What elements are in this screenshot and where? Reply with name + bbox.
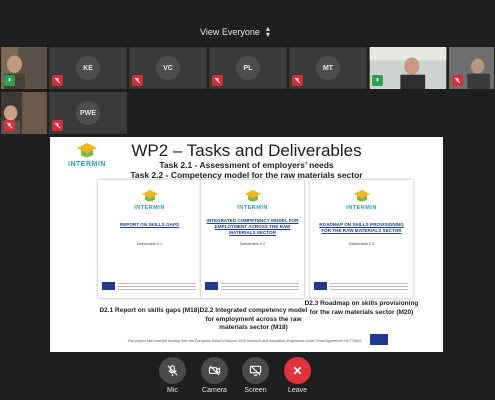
doc-deliverable: Deliverable 2.2 [239, 242, 266, 246]
deliverable-cover-1: INTERMIN REPORT ON SKILLS GAPS Deliverab… [98, 180, 201, 298]
doc-title: REPORT ON SKILLS GAPS [119, 222, 180, 227]
mic-muted-icon [132, 75, 143, 86]
mic-muted-icon [452, 75, 463, 86]
mic-on-icon [4, 75, 15, 86]
graduation-cap-icon [353, 189, 370, 202]
doc-deliverable: Deliverable 2.1 [136, 242, 163, 246]
participant-tile-vc[interactable]: VC [128, 46, 208, 90]
avatar: KE [76, 56, 100, 80]
participant-tile-video-1[interactable] [0, 46, 48, 90]
deliverable-caption-1: D2.1 Report on skills gaps (M18) [99, 307, 200, 314]
graduation-cap-icon [141, 189, 158, 202]
leave-label: Leave [287, 387, 308, 394]
mic-muted-icon [52, 120, 63, 131]
top-bar: View Everyone ▴ ▾ [0, 0, 495, 44]
slide-title: WP2 – Tasks and Deliverables [131, 141, 362, 160]
shared-screen-slide: INTERMIN WP2 – Tasks and Deliverables Ta… [50, 137, 443, 352]
intermin-brand: INTERMIN [346, 205, 377, 211]
mic-muted-icon [292, 75, 303, 86]
eu-flag-icon [370, 334, 388, 345]
chevron-up-down-icon: ▴ ▾ [265, 24, 270, 39]
deliverable-cover-2: INTERMIN INTEGRATED COMPETENCY MODEL FOR… [201, 180, 304, 298]
view-selector-label: View Everyone [200, 27, 260, 37]
screen-share-off-icon [242, 357, 269, 384]
doc-title: INTEGRATED COMPETENCY MODEL FOR EMPLOYME… [206, 218, 299, 235]
mic-on-icon [372, 75, 383, 86]
doc-fine-print [330, 281, 408, 291]
participant-tile-video-4[interactable] [0, 91, 48, 135]
slide-task-2: Task 2.2 - Competency model for the raw … [130, 170, 363, 180]
avatar: MT [316, 56, 340, 80]
doc-title: ROADMAP ON SKILLS PROVISIONING FOR THE R… [319, 222, 404, 233]
avatar: VC [156, 56, 180, 80]
close-icon [284, 357, 311, 384]
doc-fine-print [221, 281, 299, 291]
call-controls: Mic Camera Screen Leave [0, 355, 495, 400]
intermin-logo: INTERMIN [201, 189, 304, 211]
participant-tile-pwe[interactable]: PWE [48, 91, 128, 135]
eu-flag-icon [205, 282, 218, 290]
eu-flag-icon [102, 282, 115, 290]
leave-button[interactable]: Leave [284, 357, 311, 394]
intermin-logo: INTERMIN [310, 189, 413, 211]
deliverable-cover-3: INTERMIN ROADMAP ON SKILLS PROVISIONING … [310, 180, 413, 298]
intermin-brand: INTERMIN [134, 205, 165, 211]
intermin-brand: INTERMIN [237, 205, 268, 211]
doc-fine-print [118, 281, 196, 291]
mic-muted-icon [52, 75, 63, 86]
view-selector[interactable]: View Everyone ▴ ▾ [200, 24, 270, 40]
graduation-cap-icon [244, 189, 261, 202]
deliverable-caption-2: D2.2 Integrated competency model for emp… [199, 307, 308, 331]
deliverable-caption-3: D2.3 Roadmap on skills provisioning for … [304, 300, 419, 316]
participant-tile-mt[interactable]: MT [288, 46, 368, 90]
participant-tile-pl[interactable]: PL [208, 46, 288, 90]
camera-button[interactable]: Camera [201, 357, 228, 394]
avatar: PL [236, 56, 260, 80]
screen-share-button[interactable]: Screen [242, 357, 269, 394]
funding-footer: This project has received funding from t… [127, 339, 363, 343]
intermin-logo: INTERMIN [98, 189, 201, 211]
mic-button[interactable]: Mic [159, 357, 186, 394]
slide-task-1: Task 2.1 - Assessment of employers’ need… [159, 160, 334, 170]
participant-tile-video-3[interactable] [448, 46, 495, 90]
mic-muted-icon [4, 120, 15, 131]
camera-label: Camera [202, 387, 227, 394]
doc-deliverable: Deliverable 2.3 [348, 242, 375, 246]
avatar: PWE [76, 101, 100, 125]
eu-flag-icon [314, 282, 327, 290]
participant-tile-ke[interactable]: KE [48, 46, 128, 90]
screen-label: Screen [244, 387, 267, 394]
mic-muted-icon [159, 357, 186, 384]
mic-muted-icon [212, 75, 223, 86]
mic-label: Mic [167, 387, 178, 394]
participant-tile-video-2[interactable] [368, 46, 448, 90]
camera-off-icon [201, 357, 228, 384]
